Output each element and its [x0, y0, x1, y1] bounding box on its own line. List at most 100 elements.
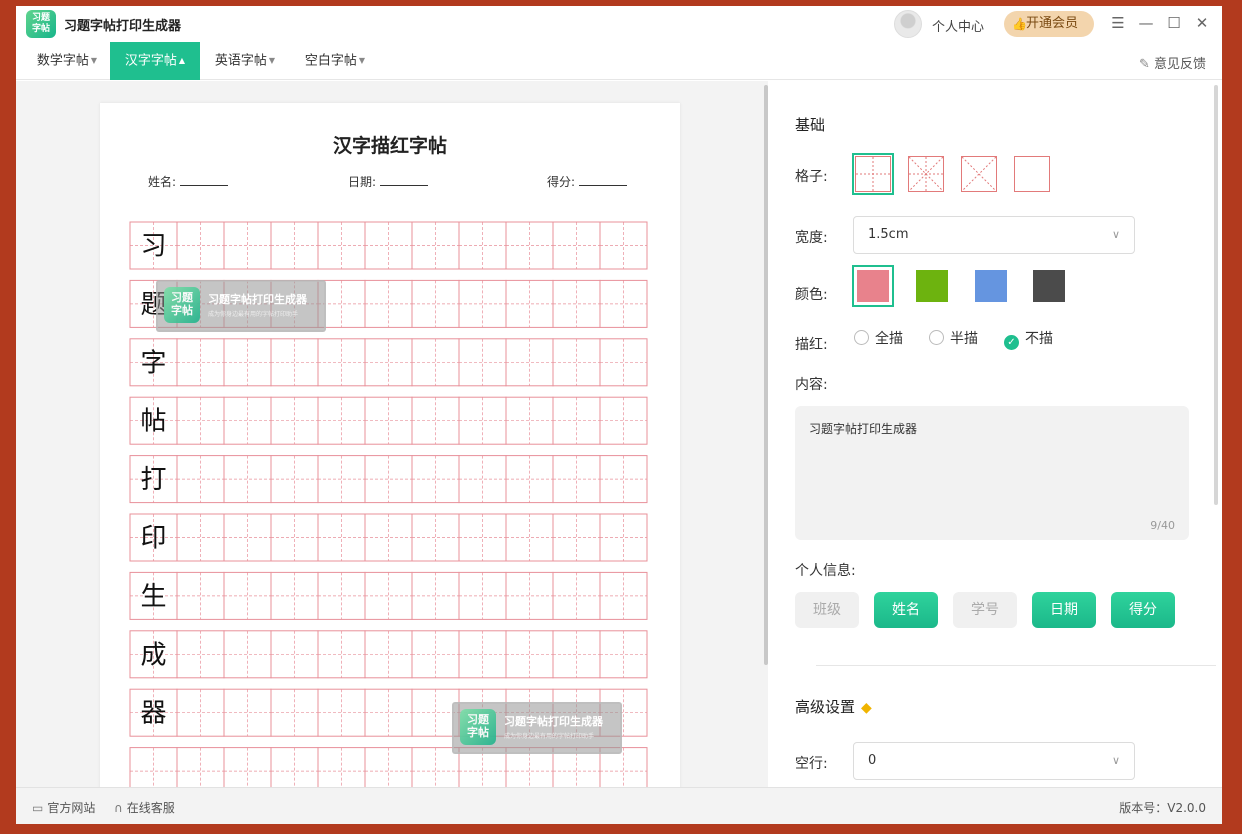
color-label: 颜色:	[795, 287, 828, 303]
preview-area: 汉字描红字帖 姓名: 日期: 得分: 习题字帖打印生成器 习题 字帖 习题字帖打印…	[16, 81, 768, 787]
watermark-title: 习题字帖打印生成器	[208, 293, 307, 306]
support-link[interactable]: ∩ 在线客服	[114, 799, 175, 816]
status-bar: ▭ 官方网站 ∩ 在线客服 版本号：V2.0.0	[16, 787, 1222, 824]
char-count: 9/40	[1150, 519, 1175, 532]
watermark-logo: 习题 字帖	[460, 709, 496, 745]
trace-option-none[interactable]: ✓ 不描	[1004, 328, 1053, 350]
practice-character: 生	[140, 582, 166, 612]
grid-label: 格子:	[795, 169, 828, 185]
trace-option-label: 半描	[950, 331, 978, 347]
tab-blank[interactable]: 空白字帖 ▼	[292, 42, 378, 80]
chevron-down-icon: ∨	[1111, 228, 1120, 241]
diamond-icon: ◆	[861, 700, 872, 716]
watermark-subtitle: 成为你身边最有用的字帖打印助手	[504, 733, 595, 740]
width-value: 1.5cm	[868, 227, 909, 242]
watermark-subtitle: 成为你身边最有用的字帖打印助手	[208, 311, 299, 318]
vip-button[interactable]: 👍 开通会员	[1004, 11, 1094, 37]
version-text: 版本号：V2.0.0	[1119, 801, 1206, 815]
info-score-button[interactable]: 得分	[1111, 592, 1175, 628]
content-text: 习题字帖打印生成器	[809, 422, 918, 436]
settings-scrollbar[interactable]	[1214, 85, 1218, 505]
app-logo: 习题 字帖	[26, 10, 56, 38]
color-swatch-dark[interactable]	[1033, 270, 1065, 302]
feedback-label: 意见反馈	[1153, 57, 1206, 72]
practice-character: 印	[140, 524, 166, 554]
support-label: 在线客服	[126, 801, 175, 815]
trace-label: 描红:	[795, 337, 828, 353]
tab-label: 空白字帖	[304, 53, 357, 69]
caret-down-icon: ▼	[358, 56, 366, 65]
avatar[interactable]	[894, 10, 922, 38]
info-name-button[interactable]: 姓名	[874, 592, 938, 628]
info-class-button[interactable]: 班级	[795, 592, 859, 628]
grid-style-tian[interactable]	[852, 153, 894, 195]
menu-bar: 数学字帖 ▼ 汉字字帖 ▲ 英语字帖 ▼ 空白字帖 ▼ ✎ 意见反馈	[16, 42, 1222, 80]
website-label: 官方网站	[47, 801, 96, 815]
content-textarea[interactable]: 习题字帖打印生成器 9/40	[795, 406, 1189, 540]
practice-character: 帖	[140, 407, 166, 437]
mi-grid-icon	[908, 156, 944, 192]
tab-label: 英语字帖	[214, 53, 267, 69]
trace-option-full[interactable]: 全描	[854, 328, 903, 348]
tab-label: 数学字帖	[36, 53, 89, 69]
tab-english[interactable]: 英语字帖 ▼	[202, 42, 288, 80]
headset-icon: ∩	[114, 801, 123, 815]
advanced-section-title: 高级设置 ◆	[795, 696, 872, 717]
color-swatch-green[interactable]	[916, 270, 948, 302]
cross-grid-icon	[961, 156, 997, 192]
watermark-title: 习题字帖打印生成器	[504, 715, 603, 728]
app-title: 习题字帖打印生成器	[64, 19, 182, 34]
info-label: 个人信息:	[795, 563, 856, 579]
caret-down-icon: ▼	[90, 56, 98, 65]
maximize-icon[interactable]: ☐	[1165, 14, 1183, 32]
info-date-button[interactable]: 日期	[1032, 592, 1096, 628]
caret-up-icon: ▲	[178, 56, 186, 65]
practice-character: 打	[140, 465, 166, 495]
feedback-button[interactable]: ✎ 意见反馈	[1139, 53, 1206, 72]
vip-button-label: 开通会员	[1026, 16, 1079, 31]
empty-rows-label: 空行:	[795, 756, 828, 772]
grid-style-cross[interactable]	[961, 156, 997, 192]
trace-option-half[interactable]: 半描	[929, 328, 978, 348]
practice-character: 习	[140, 232, 166, 262]
basic-section-title: 基础	[795, 116, 826, 134]
watermark-logo: 习题 字帖	[164, 287, 200, 323]
caret-down-icon: ▼	[268, 56, 276, 65]
info-id-button[interactable]: 学号	[953, 592, 1017, 628]
radio-icon	[854, 330, 869, 345]
color-swatch-blue[interactable]	[975, 270, 1007, 302]
check-icon: ✓	[1004, 335, 1019, 350]
color-swatch-pink[interactable]	[852, 265, 894, 307]
tian-grid-icon	[856, 157, 890, 191]
empty-rows-value: 0	[868, 753, 877, 768]
watermark: 习题 字帖 习题字帖打印生成器 成为你身边最有用的字帖打印助手	[452, 702, 622, 754]
app-window: 习题 字帖 习题字帖打印生成器 个人中心 👍 开通会员 ☰ — ☐ ✕ 数学字帖 ▼…	[16, 6, 1222, 824]
width-label: 宽度:	[795, 230, 828, 246]
title-bar: 习题 字帖 习题字帖打印生成器 个人中心 👍 开通会员 ☰ — ☐ ✕	[16, 6, 1222, 42]
monitor-icon: ▭	[32, 801, 44, 815]
website-link[interactable]: ▭ 官方网站	[32, 799, 95, 816]
tab-math[interactable]: 数学字帖 ▼	[24, 42, 110, 80]
content-label: 内容:	[795, 377, 828, 393]
empty-rows-select[interactable]: 0 ∨	[853, 742, 1135, 780]
user-center-link[interactable]: 个人中心	[932, 16, 984, 35]
grid-style-mi[interactable]	[908, 156, 944, 192]
practice-character: 器	[140, 699, 166, 729]
advanced-title-label: 高级设置	[795, 698, 856, 716]
settings-panel: 基础 格子: 宽度: 1.5cm ∨ 颜色: 描红: 全描 半描 ✓ 不描 内容…	[768, 81, 1222, 787]
grid-style-square[interactable]	[1014, 156, 1050, 192]
tab-chinese[interactable]: 汉字字帖 ▲	[110, 42, 200, 80]
practice-character: 字	[140, 348, 166, 378]
menu-icon[interactable]: ☰	[1109, 14, 1127, 32]
radio-icon	[929, 330, 944, 345]
practice-character: 成	[140, 640, 166, 670]
watermark: 习题 字帖 习题字帖打印生成器 成为你身边最有用的字帖打印助手	[156, 280, 326, 332]
tab-label: 汉字字帖	[124, 53, 177, 69]
width-select[interactable]: 1.5cm ∨	[853, 216, 1135, 254]
copybook-paper: 汉字描红字帖 姓名: 日期: 得分: 习题字帖打印生成器 习题 字帖 习题字帖打印…	[100, 103, 680, 787]
close-icon[interactable]: ✕	[1193, 14, 1211, 32]
minimize-icon[interactable]: —	[1137, 14, 1155, 32]
thumbs-up-icon: 👍	[1012, 17, 1027, 31]
divider	[816, 665, 1216, 666]
edit-icon: ✎	[1138, 57, 1150, 72]
